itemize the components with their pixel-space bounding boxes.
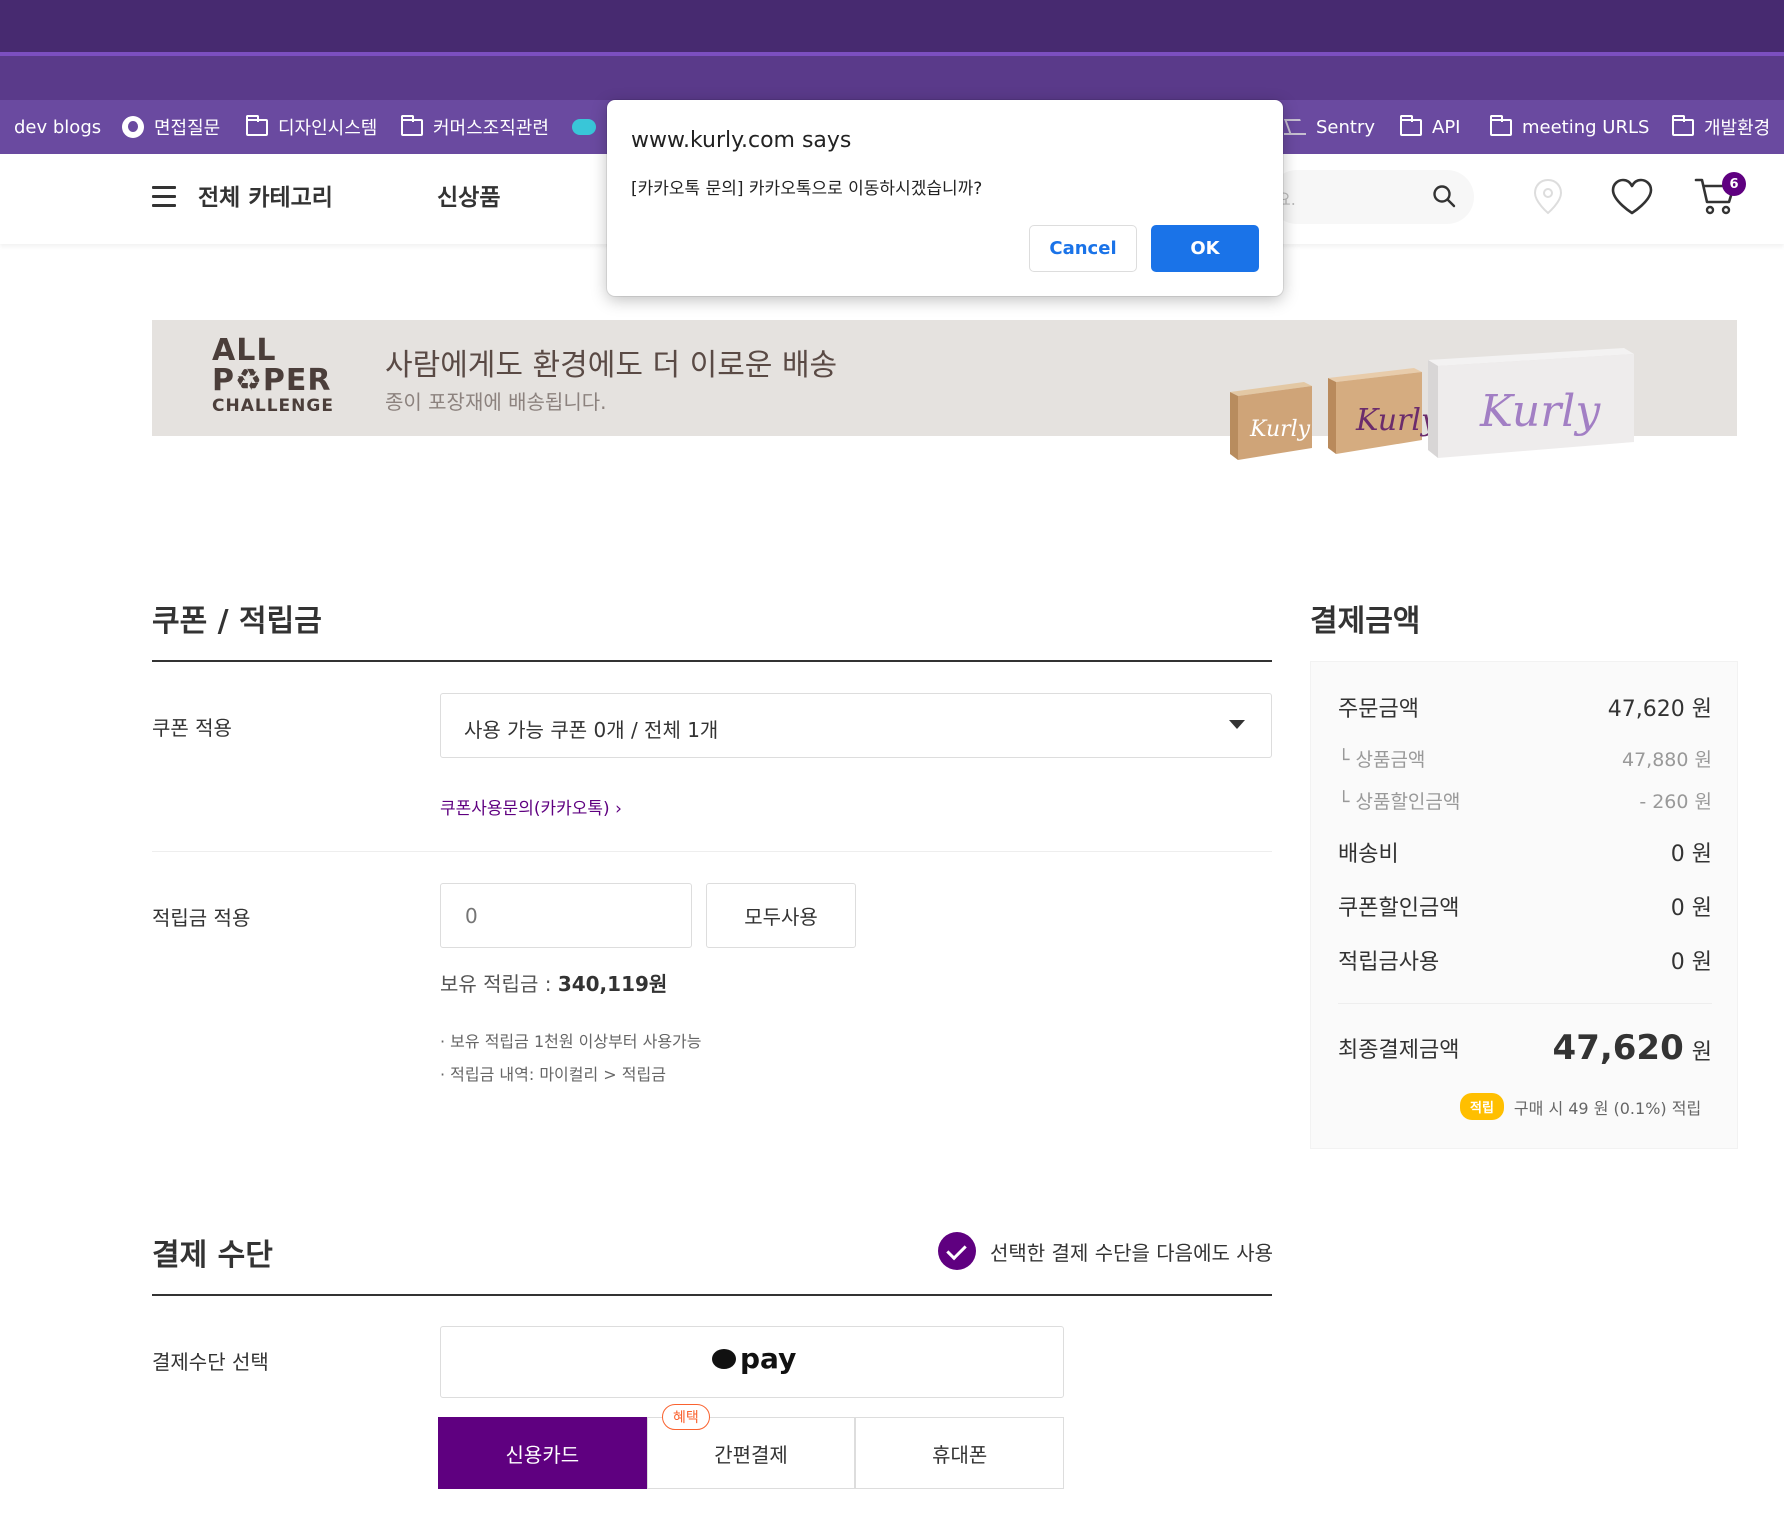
section-divider	[152, 1294, 1272, 1296]
folder-icon	[1672, 114, 1694, 136]
tab-mobile-phone[interactable]: 휴대폰	[855, 1417, 1065, 1489]
hamburger-menu-icon[interactable]	[152, 186, 176, 207]
sentry-icon	[1284, 119, 1306, 135]
bookmark-commerce-org[interactable]: 커머스조직관련	[401, 100, 549, 154]
bookmark-label: Sentry	[1316, 116, 1376, 138]
bookmark-design-system[interactable]: 디자인시스템	[246, 100, 377, 154]
payment-method-tabs: 신용카드 간편결제 휴대폰	[438, 1417, 1065, 1489]
heart-icon[interactable]	[1610, 178, 1654, 216]
extension-icon	[572, 119, 596, 135]
bookmark-label: 개발환경	[1704, 118, 1771, 139]
coupon-inquiry-link[interactable]: 쿠폰사용문의(카카오톡) ›	[440, 794, 622, 819]
summary-shipping: 배송비 0 원	[1338, 842, 1712, 867]
banner-title: 사람에게도 환경에도 더 이로운 배송	[385, 348, 838, 383]
kakaopay-logo: pay	[712, 1342, 796, 1375]
summary-divider	[1338, 1003, 1712, 1004]
cart-count-badge: 6	[1722, 172, 1746, 196]
dialog-origin: www.kurly.com says	[631, 128, 852, 153]
bookmark-dev-blogs[interactable]: dev blogs	[14, 100, 101, 154]
location-pin-icon[interactable]	[1532, 178, 1564, 216]
bookmark-extension[interactable]	[572, 100, 596, 154]
payment-select-label: 결제수단 선택	[152, 1350, 269, 1374]
points-input[interactable]	[440, 883, 692, 948]
all-categories-link[interactable]: 전체 카테고리	[198, 178, 333, 212]
all-paper-challenge-logo: ALL P♻PER CHALLENGE	[212, 333, 334, 416]
dialog-ok-button[interactable]: OK	[1151, 225, 1259, 272]
coupon-points-title: 쿠폰 / 적립금	[152, 604, 322, 639]
search-icon[interactable]	[1432, 184, 1456, 208]
benefit-badge: 혜택	[662, 1404, 710, 1430]
chevron-down-icon	[1229, 720, 1245, 729]
bookmark-label: API	[1432, 116, 1461, 138]
folder-icon	[1400, 114, 1422, 136]
checkmark-icon	[938, 1232, 976, 1270]
dialog-message: [카카오톡 문의] 카카오톡으로 이동하시겠습니까?	[631, 179, 983, 199]
summary-order-amount: 주문금액 47,620 원	[1338, 697, 1712, 722]
github-icon	[122, 116, 144, 138]
speech-bubble-icon	[712, 1348, 736, 1369]
browser-tab-strip	[0, 0, 1784, 52]
bookmark-label: dev blogs	[14, 116, 102, 138]
bookmark-label: 커머스조직관련	[433, 118, 549, 139]
owned-points: 보유 적립금 : 340,119원	[440, 972, 668, 996]
bookmark-sentry[interactable]: Sentry	[1284, 100, 1375, 154]
chevron-right-icon: ›	[615, 799, 622, 819]
page: dev blogs 면접질문 디자인시스템 커머스조직관련 Sentry API…	[0, 0, 1784, 1516]
folder-icon	[1490, 114, 1512, 136]
earn-points-info: 적립 구매 시 49 원 (0.1%) 적립	[1460, 1093, 1701, 1120]
coupon-apply-label: 쿠폰 적용	[152, 716, 232, 740]
bookmark-interview[interactable]: 면접질문	[122, 100, 220, 154]
svg-text:Kurly: Kurly	[1249, 417, 1311, 442]
section-divider	[152, 660, 1272, 662]
row-divider	[152, 851, 1272, 852]
bookmark-api[interactable]: API	[1400, 100, 1460, 154]
summary-product-discount: └ 상품할인금액 - 260 원	[1338, 791, 1712, 813]
payment-amount-title: 결제금액	[1310, 604, 1421, 639]
bookmark-meeting-urls[interactable]: meeting URLS	[1490, 100, 1649, 154]
folder-icon	[401, 114, 423, 136]
svg-text:Kurly: Kurly	[1479, 386, 1601, 437]
points-apply-label: 적립금 적용	[152, 906, 251, 930]
points-note-minimum: · 보유 적립금 1천원 이상부터 사용가능	[440, 1032, 702, 1051]
use-all-points-button[interactable]: 모두사용	[706, 883, 856, 948]
bookmark-dev-env[interactable]: 개발환경	[1672, 100, 1770, 154]
points-note-history: · 적립금 내역: 마이컬리 > 적립금	[440, 1065, 666, 1084]
coupon-select-value: 사용 가능 쿠폰 0개 / 전체 1개	[464, 718, 719, 742]
earn-badge: 적립	[1460, 1093, 1504, 1120]
folder-icon	[246, 114, 268, 136]
browser-toolbar	[0, 56, 1784, 100]
kurly-boxes-illustration: Kurly Kurly Kurly	[1230, 348, 1634, 460]
bookmark-label: 디자인시스템	[278, 118, 378, 139]
reuse-payment-checkbox[interactable]: 선택한 결제 수단을 다음에도 사용	[938, 1232, 1273, 1270]
summary-points-used: 적립금사용 0 원	[1338, 950, 1712, 975]
bookmark-label: meeting URLS	[1522, 116, 1650, 138]
summary-coupon-discount: 쿠폰할인금액 0 원	[1338, 896, 1712, 921]
dialog-cancel-button[interactable]: Cancel	[1029, 225, 1137, 272]
banner-subtitle: 종이 포장재에 배송됩니다.	[385, 390, 607, 414]
summary-product-amount: └ 상품금액 47,880 원	[1338, 749, 1712, 771]
svg-text:Kurly: Kurly	[1355, 403, 1439, 438]
nav-new-products[interactable]: 신상품	[437, 178, 500, 212]
summary-final-amount: 최종결제금액 47,620 원	[1338, 1028, 1712, 1068]
tab-credit-card[interactable]: 신용카드	[438, 1417, 647, 1489]
bookmark-label: 면접질문	[154, 118, 221, 139]
payment-method-title: 결제 수단	[152, 1238, 273, 1273]
